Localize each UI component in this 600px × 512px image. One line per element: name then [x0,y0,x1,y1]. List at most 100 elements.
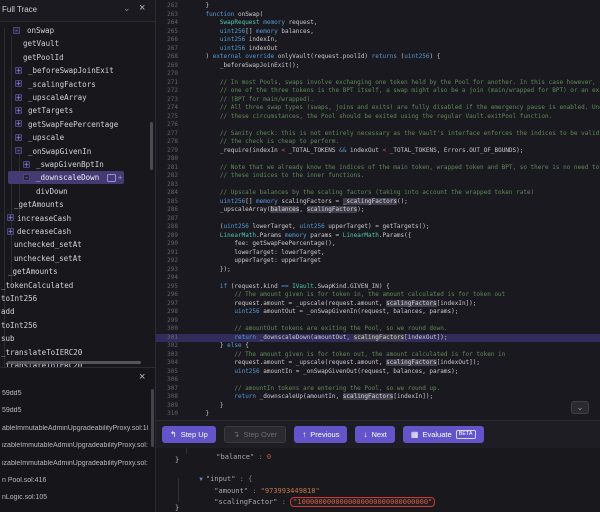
line-number[interactable]: 293 [156,266,178,275]
collapse-icon[interactable]: - [15,147,22,154]
line-number[interactable]: 291 [156,249,178,258]
line-number[interactable]: 262 [156,2,178,11]
collapse-icon[interactable]: - [13,27,20,34]
line-number[interactable]: 280 [156,155,178,164]
line-number[interactable]: 296 [156,291,178,300]
line-number[interactable]: 305 [156,368,178,377]
trace-item[interactable]: +_beforeSwapJoinExit [0,64,155,77]
next-button[interactable]: ↓ Next [355,426,394,443]
line-number[interactable]: 286 [156,206,178,215]
line-number[interactable]: 263 [156,11,178,20]
line-number[interactable]: 269 [156,62,178,71]
trace-item[interactable]: add [0,305,155,318]
trace-item[interactable]: unchecked_setAt [0,252,155,265]
step-over-button[interactable]: ↴ Step Over [224,426,286,443]
line-number[interactable]: 272 [156,87,178,96]
add-comment-icon[interactable]: + [118,171,123,184]
trace-item[interactable]: _getAmounts [0,198,155,211]
chevron-down-icon[interactable]: ⌄ [123,4,131,13]
expand-icon[interactable]: + [7,228,14,235]
line-number[interactable]: 310 [156,410,178,419]
expand-icon[interactable]: + [15,80,22,87]
line-number[interactable]: 294 [156,274,178,283]
line-number[interactable]: 270 [156,70,178,79]
line-number[interactable]: 295 [156,283,178,292]
line-number[interactable]: 275 [156,113,178,122]
line-number[interactable]: 306 [156,376,178,385]
stack-frame-item[interactable]: n Pool.sol:416 [2,477,148,484]
stack-close-icon[interactable]: × [139,372,145,383]
previous-button[interactable]: ↑ Previous [294,426,347,443]
line-number[interactable]: 301 [156,334,178,343]
expand-icon[interactable]: + [15,67,22,74]
trace-item[interactable]: +decreaseCash [0,225,155,238]
trace-item[interactable]: +_upscaleArray [0,91,155,104]
line-number[interactable]: 309 [156,402,178,411]
evaluate-button[interactable]: ▦ Evaluate BETA [403,426,484,443]
stack-vertical-scrollbar[interactable] [151,389,154,447]
line-number[interactable]: 289 [156,232,178,241]
trace-item[interactable]: divDown [0,185,155,198]
tree-vertical-scrollbar[interactable] [150,122,153,170]
stack-frame-item[interactable]: ableImmutableAdminUpgradeabilityProxy.so… [2,425,148,432]
line-number[interactable]: 265 [156,28,178,37]
expand-icon[interactable]: + [15,94,22,101]
trace-item[interactable]: _getAmounts [0,265,155,278]
trace-item[interactable]: -_downscaleDown+ [8,171,124,184]
line-number[interactable]: 285 [156,198,178,207]
expand-icon[interactable]: + [7,214,14,221]
trace-item[interactable]: +_scalingFactors [0,78,155,91]
line-number[interactable]: 299 [156,317,178,326]
stack-frame-item[interactable]: nLogic.sol:105 [2,494,148,501]
close-icon[interactable]: × [139,3,145,14]
line-number[interactable]: 288 [156,223,178,232]
line-number[interactable]: 278 [156,138,178,147]
trace-item[interactable]: toInt256 [0,292,155,305]
line-number[interactable]: 307 [156,385,178,394]
expand-icon[interactable]: + [15,134,22,141]
expand-icon[interactable]: + [15,120,22,127]
line-number[interactable]: 287 [156,215,178,224]
line-number[interactable]: 297 [156,300,178,309]
trace-item[interactable]: getVault [0,37,155,50]
expand-icon[interactable]: + [15,107,22,114]
trace-item[interactable]: +_swapGivenBptIn [0,158,155,171]
trace-item[interactable]: +_upscale [0,131,155,144]
line-number[interactable]: 290 [156,240,178,249]
trace-item[interactable]: -_onSwapGivenIn [0,145,155,158]
line-number[interactable]: 304 [156,359,178,368]
line-number[interactable]: 271 [156,79,178,88]
expand-icon[interactable]: + [23,161,30,168]
trace-item[interactable]: toInt256 [0,319,155,332]
line-number[interactable]: 298 [156,308,178,317]
trace-item[interactable]: _translateToIERC20 [0,346,155,359]
line-number[interactable]: 273 [156,96,178,105]
line-number[interactable]: 303 [156,351,178,360]
line-number[interactable]: 308 [156,393,178,402]
tree-horizontal-scrollbar[interactable] [7,361,141,364]
trace-item[interactable]: unchecked_setAt [0,238,155,251]
trace-item[interactable]: _tokenCalculated [0,279,155,292]
collapse-icon[interactable]: - [23,174,30,181]
trace-item[interactable]: getPoolId [0,51,155,64]
stack-frame-item[interactable]: izableImmutableAdminUpgradeabilityProxy.… [2,442,148,449]
trace-item[interactable]: +increaseCash [0,212,155,225]
trace-item[interactable]: +getTargets [0,104,155,117]
line-number[interactable]: 302 [156,342,178,351]
line-number[interactable]: 267 [156,45,178,54]
stack-frame-item[interactable]: 59dd5 [2,407,148,414]
trace-item[interactable]: -onSwap [0,24,155,37]
trace-item[interactable]: +getSwapFeePercentage [0,118,155,131]
trace-item[interactable]: sub [0,332,155,345]
line-number[interactable]: 268 [156,53,178,62]
line-number[interactable]: 279 [156,147,178,156]
line-number[interactable]: 282 [156,172,178,181]
line-number[interactable]: 284 [156,189,178,198]
line-number[interactable]: 276 [156,121,178,130]
line-number[interactable]: 283 [156,181,178,190]
line-number[interactable]: 292 [156,257,178,266]
line-number[interactable]: 277 [156,130,178,139]
line-number[interactable]: 264 [156,19,178,28]
step-up-button[interactable]: ↰ Step Up [162,426,216,443]
line-number[interactable]: 274 [156,104,178,113]
